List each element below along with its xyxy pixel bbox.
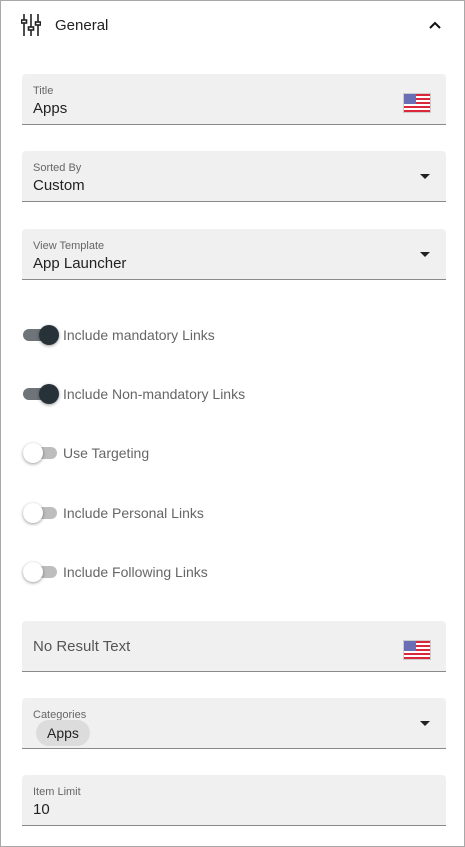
title-label: Title — [33, 85, 54, 97]
categories-select[interactable]: Categories Apps — [22, 698, 446, 749]
view-template-label: View Template — [33, 240, 105, 252]
item-limit-label: Item Limit — [33, 786, 81, 798]
toggle-use-targeting[interactable]: Use Targeting — [23, 443, 263, 463]
sliders-icon — [21, 14, 41, 36]
dropdown-arrow-icon — [420, 252, 430, 257]
dropdown-arrow-icon — [420, 721, 430, 726]
toggle-label: Include mandatory Links — [63, 327, 215, 343]
toggle-include-following-links[interactable]: Include Following Links — [23, 562, 263, 582]
section-header-general[interactable]: General — [0, 0, 465, 52]
no-result-text-field[interactable]: No Result Text — [22, 621, 446, 672]
title-field[interactable]: Title Apps — [22, 74, 446, 125]
sorted-by-select[interactable]: Sorted By Custom — [22, 151, 446, 202]
section-title: General — [55, 17, 109, 34]
view-template-select[interactable]: View Template App Launcher — [22, 229, 446, 280]
view-template-value: App Launcher — [33, 255, 127, 272]
toggle-knob[interactable] — [39, 384, 59, 404]
sorted-by-label: Sorted By — [33, 162, 82, 174]
toggle-include-mandatory-links[interactable]: Include mandatory Links — [23, 325, 263, 345]
dropdown-arrow-icon — [420, 174, 430, 179]
sorted-by-value: Custom — [33, 177, 85, 194]
toggle-knob[interactable] — [23, 562, 43, 582]
toggle-label: Include Following Links — [63, 564, 208, 580]
no-result-text-placeholder: No Result Text — [33, 638, 131, 655]
toggle-label: Use Targeting — [63, 445, 150, 461]
toggle-knob[interactable] — [23, 443, 43, 463]
toggle-label: Include Personal Links — [63, 505, 204, 521]
category-chip[interactable]: Apps — [36, 720, 90, 746]
toggle-include-personal-links[interactable]: Include Personal Links — [23, 503, 263, 523]
item-limit-field[interactable]: Item Limit 10 — [22, 775, 446, 826]
title-value: Apps — [33, 100, 68, 117]
us-flag-icon[interactable] — [403, 640, 431, 660]
item-limit-value: 10 — [33, 801, 50, 818]
us-flag-icon[interactable] — [403, 93, 431, 113]
toggle-label: Include Non-mandatory Links — [63, 386, 246, 402]
toggle-knob[interactable] — [39, 325, 59, 345]
toggle-knob[interactable] — [23, 503, 43, 523]
toggle-include-non-mandatory-links[interactable]: Include Non-mandatory Links — [23, 384, 263, 404]
chevron-up-icon[interactable] — [428, 20, 442, 30]
